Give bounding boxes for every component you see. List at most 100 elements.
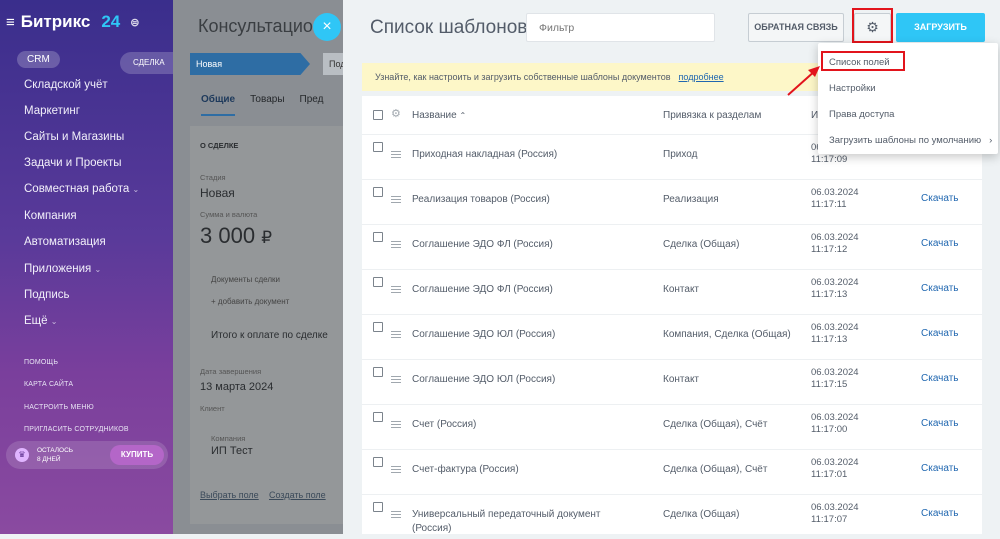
- row-checkbox[interactable]: [373, 232, 383, 242]
- drag-handle-icon[interactable]: [391, 511, 401, 518]
- drag-handle-icon[interactable]: [391, 466, 401, 473]
- menu-item-load-defaults[interactable]: Загрузить шаблоны по умолчанию ›: [829, 135, 992, 146]
- drag-handle-icon[interactable]: [391, 376, 401, 383]
- time-value: 11:17:12: [811, 244, 848, 255]
- menu-burger-icon[interactable]: ≡: [6, 14, 15, 31]
- notice-link[interactable]: подробнее: [679, 72, 724, 82]
- table-row[interactable]: Реализация товаров (Россия) Реализация 06.…: [362, 179, 982, 224]
- table-row[interactable]: Универсальный передаточный документ (Рос…: [362, 494, 982, 539]
- choose-field-link[interactable]: Выбрать поле: [200, 490, 259, 500]
- download-link[interactable]: Скачать: [921, 193, 959, 204]
- template-section: Сделка (Общая): [663, 509, 740, 520]
- sidebar-link-configure-menu[interactable]: НАСТРОИТЬ МЕНЮ: [24, 404, 94, 411]
- sidebar-item-sites[interactable]: Сайты и Магазины: [24, 131, 124, 143]
- time-value: 11:17:15: [811, 379, 848, 390]
- sidebar-item-apps[interactable]: Приложения ⌄: [24, 263, 101, 275]
- table-row[interactable]: Соглашение ЭДО ЮЛ (Россия) Контакт 06.03.2…: [362, 359, 982, 404]
- template-name: Счет (Россия): [412, 419, 477, 430]
- drag-handle-icon[interactable]: [391, 421, 401, 428]
- add-document-link[interactable]: + добавить документ: [211, 297, 289, 306]
- tab-quotes[interactable]: Пред: [300, 94, 324, 116]
- sidebar-item-marketing[interactable]: Маркетинг: [24, 105, 80, 117]
- row-checkbox[interactable]: [373, 367, 383, 377]
- sidebar-item-crm[interactable]: CRM: [17, 51, 60, 68]
- field-list-highlight-frame: [821, 51, 905, 71]
- drag-handle-icon[interactable]: [391, 241, 401, 248]
- download-link[interactable]: Скачать: [921, 373, 959, 384]
- column-settings-gear-icon[interactable]: ⚙: [391, 107, 401, 120]
- table-row[interactable]: Соглашение ЭДО ФЛ (Россия) Контакт 06.03.2…: [362, 269, 982, 314]
- row-checkbox[interactable]: [373, 277, 383, 287]
- sidebar-item-warehouse[interactable]: Складской учёт: [24, 79, 108, 91]
- sidebar-link-invite[interactable]: ПРИГЛАСИТЬ СОТРУДНИКОВ: [24, 426, 129, 433]
- template-section: Контакт: [663, 374, 700, 385]
- upload-button[interactable]: ЗАГРУЗИТЬ: [896, 13, 985, 42]
- menu-item-label: Загрузить шаблоны по умолчанию: [829, 135, 982, 146]
- drag-handle-icon[interactable]: [391, 331, 401, 338]
- row-checkbox[interactable]: [373, 502, 383, 512]
- sidebar-link-help[interactable]: ПОМОЩЬ: [24, 359, 58, 366]
- close-slider-button[interactable]: ×: [313, 13, 341, 41]
- sidebar-item-sign[interactable]: Подпись: [24, 289, 70, 301]
- sidebar-item-label: Совместная работа: [24, 183, 130, 195]
- row-checkbox[interactable]: [373, 142, 383, 152]
- select-all-checkbox[interactable]: [373, 110, 383, 120]
- deal-pill[interactable]: СДЕЛКА: [120, 52, 174, 74]
- drag-handle-icon[interactable]: [391, 196, 401, 203]
- logo[interactable]: ≡ Битрикс 24 ⊜: [6, 12, 139, 32]
- download-link[interactable]: Скачать: [921, 328, 959, 339]
- company-value[interactable]: ИП Тест: [211, 445, 253, 457]
- time-value: 11:17:11: [811, 199, 847, 210]
- stage-value: Новая: [200, 186, 235, 200]
- page-title: Список шаблонов: [370, 17, 528, 38]
- buy-button[interactable]: КУПИТЬ: [110, 445, 164, 465]
- table-row[interactable]: Соглашение ЭДО ФЛ (Россия) Сделка (Общая)…: [362, 224, 982, 269]
- date-value: 06.03.2024: [811, 502, 859, 513]
- download-link[interactable]: Скачать: [921, 283, 959, 294]
- stage-current[interactable]: Новая: [190, 53, 310, 75]
- download-link[interactable]: Скачать: [921, 463, 959, 474]
- download-link[interactable]: Скачать: [921, 238, 959, 249]
- feedback-button[interactable]: ОБРАТНАЯ СВЯЗЬ: [748, 13, 844, 42]
- download-link[interactable]: Скачать: [921, 508, 959, 519]
- drag-handle-icon[interactable]: [391, 151, 401, 158]
- template-section: Компания, Сделка (Общая): [663, 329, 791, 340]
- menu-item-settings[interactable]: Настройки: [829, 83, 876, 94]
- row-checkbox[interactable]: [373, 322, 383, 332]
- company-label: Компания: [211, 434, 246, 443]
- trial-line2: 8 ДНЕЙ: [37, 456, 61, 463]
- tab-products[interactable]: Товары: [250, 94, 284, 116]
- row-checkbox[interactable]: [373, 457, 383, 467]
- sidebar-item-more[interactable]: Ещё ⌄: [24, 315, 57, 327]
- table-row[interactable]: Соглашение ЭДО ЮЛ (Россия) Компания, Сдел…: [362, 314, 982, 359]
- template-name: Соглашение ЭДО ЮЛ (Россия): [412, 374, 556, 385]
- sidebar-item-automation[interactable]: Автоматизация: [24, 236, 106, 248]
- tab-general[interactable]: Общие: [201, 94, 236, 116]
- row-checkbox[interactable]: [373, 187, 383, 197]
- sidebar-item-tasks[interactable]: Задачи и Проекты: [24, 157, 122, 169]
- table-row[interactable]: Счет-фактура (Россия) Сделка (Общая), Счё…: [362, 449, 982, 494]
- sort-asc-icon: ⌃: [459, 111, 467, 120]
- template-name: Приходная накладная (Россия): [412, 149, 558, 160]
- template-name: Соглашение ЭДО ФЛ (Россия): [412, 284, 553, 295]
- docs-label: Документы сделки: [211, 275, 280, 284]
- menu-item-access-rights[interactable]: Права доступа: [829, 109, 894, 120]
- table-row[interactable]: Счет (Россия) Сделка (Общая), Счёт 06.03.2…: [362, 404, 982, 449]
- column-section-header[interactable]: Привязка к разделам: [663, 110, 761, 121]
- drag-handle-icon[interactable]: [391, 286, 401, 293]
- column-name-header[interactable]: Название ⌃: [412, 110, 466, 121]
- clock-icon[interactable]: ⊜: [130, 16, 139, 29]
- stage-next[interactable]: Под: [323, 53, 343, 75]
- template-section: Сделка (Общая), Счёт: [663, 419, 768, 430]
- sidebar-link-sitemap[interactable]: КАРТА САЙТА: [24, 381, 73, 388]
- date-value: 06.03.2024: [811, 232, 859, 243]
- sidebar-item-company[interactable]: Компания: [24, 210, 77, 222]
- filter-input[interactable]: [526, 13, 715, 42]
- download-link[interactable]: Скачать: [921, 418, 959, 429]
- time-value: 11:17:13: [811, 334, 848, 345]
- create-field-link[interactable]: Создать поле: [269, 490, 326, 500]
- template-name: Счет-фактура (Россия): [412, 464, 519, 475]
- row-checkbox[interactable]: [373, 412, 383, 422]
- templates-table: ⚙ Название ⌃ Привязка к разделам И Прихо…: [362, 96, 982, 534]
- sidebar-item-collab[interactable]: Совместная работа ⌄: [24, 183, 139, 195]
